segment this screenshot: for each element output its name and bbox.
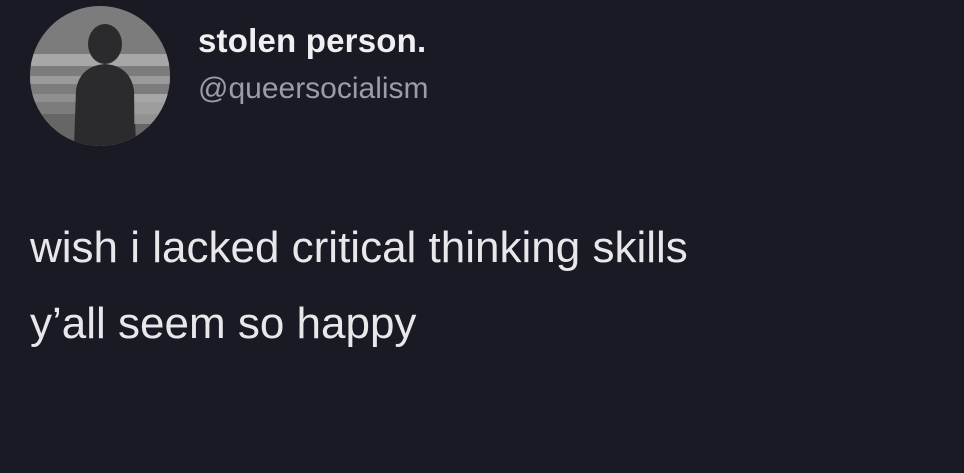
tweet-text: wish i lacked critical thinking skills y…: [30, 210, 688, 362]
tweet-card: stolen person. @queersocialism wish i la…: [0, 0, 964, 473]
person-silhouette-avatar-icon: [30, 6, 170, 146]
avatar[interactable]: [30, 6, 170, 146]
tweet-line: wish i lacked critical thinking skills: [30, 223, 688, 272]
user-handle[interactable]: @queersocialism: [198, 72, 429, 106]
display-name[interactable]: stolen person.: [198, 22, 426, 60]
tweet-line: y’all seem so happy: [30, 299, 417, 348]
